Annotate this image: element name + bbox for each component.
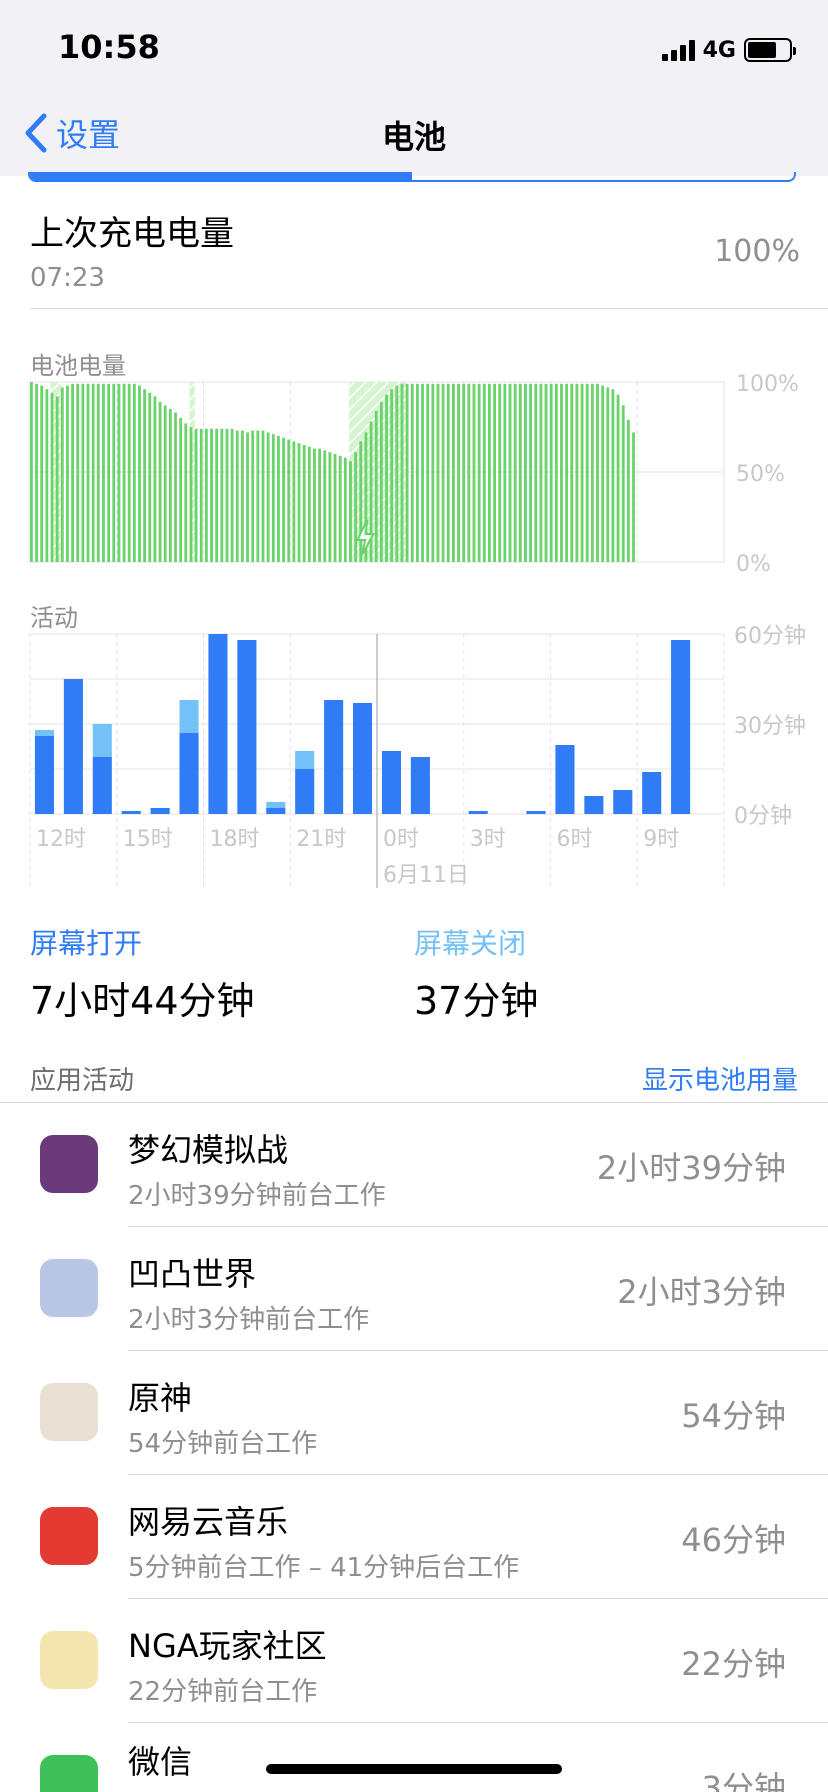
app-row[interactable]: 原神 54分钟前台工作 54分钟	[0, 1351, 828, 1475]
activity-y-tick-label: 60分钟	[734, 624, 806, 649]
app-usage-time: 22分钟	[681, 1645, 786, 1683]
activity-x-tick-label: 15时	[123, 827, 173, 852]
activity-x-tick-label: 9时	[643, 827, 679, 852]
screen-on-bar	[63, 679, 83, 814]
show-battery-usage-button[interactable]: 显示电池用量	[642, 1060, 798, 1097]
activity-x-tick-label: 21时	[296, 827, 346, 852]
app-usage-time: 2小时3分钟	[617, 1273, 786, 1311]
screen-on-bar	[150, 808, 170, 814]
screen-on-bar	[642, 772, 662, 814]
screen-on-bar	[613, 790, 633, 814]
genshin-icon	[40, 1383, 98, 1441]
app-name: 网易云音乐	[128, 1503, 289, 1541]
activity-x-tick-label: 3时	[470, 827, 506, 852]
screen-on-bar	[266, 808, 286, 814]
screen-off-bar	[266, 802, 286, 808]
aotu-world-icon	[40, 1259, 98, 1317]
app-name: 凹凸世界	[128, 1255, 257, 1293]
activity-chart[interactable]: 12时 15时 18时 21时 0时 3时 6时 9时 6月11日 60分钟 30分钟 0分钟	[0, 0, 828, 900]
screen-on-bar	[526, 811, 546, 814]
screen-on-bar	[179, 733, 199, 814]
screen-on-bar	[352, 703, 373, 814]
netease-music-icon	[40, 1507, 98, 1565]
app-activity-header: 应用活动 显示电池用量	[30, 1060, 798, 1100]
screen-on-bar	[121, 811, 141, 814]
app-detail: 2小时3分钟前台工作	[128, 1305, 370, 1335]
screen-off-label: 屏幕关闭	[414, 927, 527, 960]
screen-on-bar	[92, 757, 112, 814]
activity-y-tick-label: 30分钟	[734, 714, 806, 739]
screen-off-bar	[179, 700, 199, 733]
activity-x-tick-label: 18时	[210, 827, 260, 852]
screen-on-bar	[208, 634, 228, 814]
activity-y-tick-label: 0分钟	[734, 804, 792, 829]
screen-on-bar	[468, 811, 488, 814]
app-detail: 2小时39分钟前台工作	[128, 1181, 386, 1211]
screen-off-value: 37分钟	[414, 979, 539, 1023]
app-name: 微信	[128, 1743, 193, 1781]
screen-on-bar	[237, 640, 257, 814]
langrisser-icon	[40, 1135, 98, 1193]
app-row[interactable]: 网易云音乐 5分钟前台工作 – 41分钟后台工作 46分钟	[0, 1475, 828, 1599]
app-row[interactable]: 微信 3分钟	[0, 1723, 828, 1792]
screen-on-label: 屏幕打开	[30, 927, 143, 960]
screen-on-bar	[381, 751, 402, 814]
app-usage-time: 3分钟	[701, 1769, 786, 1792]
app-detail: 22分钟前台工作	[128, 1677, 318, 1707]
wechat-icon	[40, 1755, 98, 1792]
activity-x-tick-label: 12时	[36, 827, 86, 852]
app-usage-time: 54分钟	[681, 1397, 786, 1435]
screen-on-summary: 屏幕打开 7小时44分钟	[30, 922, 255, 1025]
activity-date-label: 6月11日	[383, 863, 469, 888]
app-name: 梦幻模拟战	[128, 1131, 289, 1169]
app-detail: 54分钟前台工作	[128, 1429, 318, 1459]
screen-on-bar	[295, 769, 315, 814]
app-usage-time: 2小时39分钟	[596, 1149, 786, 1187]
activity-x-tick-label: 0时	[383, 827, 419, 852]
home-indicator[interactable]	[266, 1764, 562, 1774]
activity-x-tick-label: 6时	[557, 827, 593, 852]
app-usage-time: 46分钟	[681, 1521, 786, 1559]
screen-on-bar	[324, 700, 344, 814]
app-name: 原神	[128, 1379, 193, 1417]
app-row[interactable]: NGA玩家社区 22分钟前台工作 22分钟	[0, 1599, 828, 1723]
app-detail: 5分钟前台工作 – 41分钟后台工作	[128, 1553, 520, 1583]
app-name: NGA玩家社区	[128, 1627, 327, 1665]
screen-on-bar	[410, 757, 430, 814]
app-activity-label: 应用活动	[30, 1066, 135, 1096]
app-row[interactable]: 梦幻模拟战 2小时39分钟前台工作 2小时39分钟	[0, 1103, 828, 1227]
screen-on-bar	[555, 745, 575, 814]
app-row[interactable]: 凹凸世界 2小时3分钟前台工作 2小时3分钟	[0, 1227, 828, 1351]
screen-off-bar	[92, 724, 112, 757]
screen-on-bar	[34, 736, 55, 814]
screen-off-summary: 屏幕关闭 37分钟	[414, 922, 538, 1025]
screen-off-bar	[34, 730, 55, 736]
screen-off-bar	[295, 751, 315, 769]
screen-on-bar	[671, 640, 691, 814]
screen-on-value: 7小时44分钟	[30, 979, 255, 1023]
nga-icon	[40, 1631, 98, 1689]
screen-on-bar	[584, 796, 604, 814]
